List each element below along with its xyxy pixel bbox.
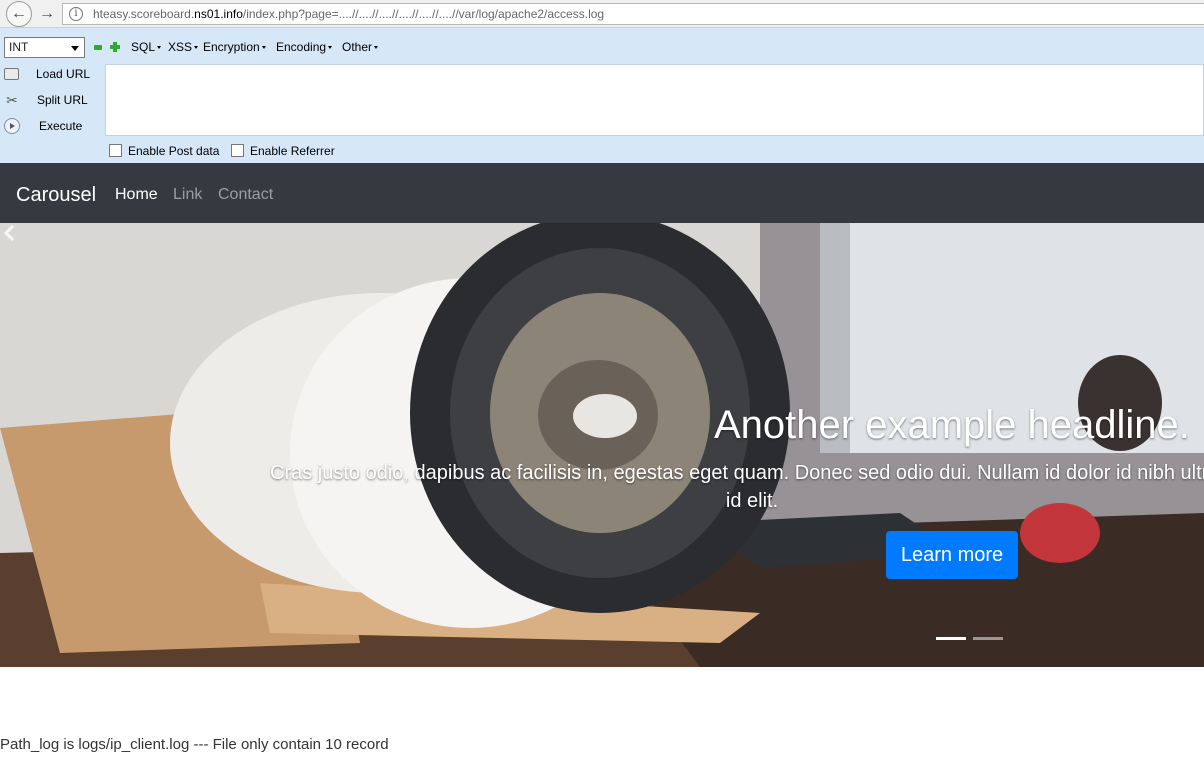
increase-icon[interactable] bbox=[110, 42, 120, 52]
info-icon[interactable]: i bbox=[69, 7, 83, 21]
url-host: ns01.info bbox=[194, 7, 243, 21]
carousel-indicator[interactable] bbox=[936, 637, 966, 640]
carousel-text-line1: Cras justo odio, dapibus ac facilisis in… bbox=[270, 462, 1204, 484]
menu-label: Encryption bbox=[203, 40, 260, 54]
execute-label: Execute bbox=[39, 119, 83, 133]
carousel: Another example headline. Cras justo odi… bbox=[0, 223, 1204, 667]
site-navbar: Carousel Home Link Contact bbox=[0, 163, 1204, 223]
site-brand[interactable]: Carousel bbox=[16, 184, 96, 207]
hackbar-panel: INT SQL XSS Encryption Encoding Other Lo… bbox=[0, 28, 1204, 163]
back-button[interactable]: ← bbox=[6, 1, 32, 27]
learn-more-button[interactable]: Learn more bbox=[886, 531, 1018, 579]
load-url-icon bbox=[4, 68, 19, 80]
chevron-left-icon[interactable] bbox=[0, 223, 20, 243]
arrow-left-icon: ← bbox=[11, 5, 27, 22]
scissors-icon: ✂ bbox=[6, 92, 18, 108]
menu-encryption[interactable]: Encryption bbox=[203, 40, 266, 54]
hackbar-type-select[interactable]: INT bbox=[4, 37, 85, 58]
nav-contact[interactable]: Contact bbox=[218, 186, 273, 204]
menu-sql[interactable]: SQL bbox=[131, 40, 162, 54]
execute-button[interactable]: Execute bbox=[4, 116, 104, 138]
carousel-indicator[interactable] bbox=[973, 637, 1003, 640]
load-url-label: Load URL bbox=[36, 67, 91, 81]
caret-down-icon bbox=[328, 46, 333, 50]
caret-down-icon bbox=[194, 46, 199, 50]
carousel-text: Cras justo odio, dapibus ac facilisis in… bbox=[270, 459, 1204, 487]
chevron-down-icon bbox=[71, 46, 79, 51]
address-bar[interactable]: i hteasy.scoreboard.ns01.info/index.php?… bbox=[62, 3, 1204, 25]
menu-other[interactable]: Other bbox=[342, 40, 379, 54]
enable-post-data-checkbox[interactable]: Enable Post data bbox=[109, 144, 219, 158]
checkbox-box[interactable] bbox=[109, 144, 122, 157]
hackbar-url-textarea[interactable] bbox=[105, 64, 1204, 136]
menu-label: SQL bbox=[131, 40, 156, 54]
hackbar-select-value: INT bbox=[9, 40, 29, 54]
menu-encoding[interactable]: Encoding bbox=[276, 40, 333, 54]
menu-label: XSS bbox=[168, 40, 193, 54]
url-text[interactable]: hteasy.scoreboard.ns01.info/index.php?pa… bbox=[93, 7, 604, 21]
caret-down-icon bbox=[261, 46, 266, 50]
checkbox-box[interactable] bbox=[231, 144, 244, 157]
carousel-heading: Another example headline. bbox=[714, 403, 1190, 447]
checkbox-label: Enable Post data bbox=[128, 144, 220, 158]
path-log-text: Path_log is logs/ip_client.log --- File … bbox=[0, 736, 389, 753]
enable-referrer-checkbox[interactable]: Enable Referrer bbox=[231, 144, 335, 158]
url-host-prefix: hteasy.scoreboard. bbox=[93, 7, 195, 21]
checkbox-label: Enable Referrer bbox=[250, 144, 335, 158]
url-path: /index.php?page=....//....//....//....//… bbox=[242, 7, 605, 21]
carousel-text-line2-wrap: id elit. bbox=[270, 487, 1204, 515]
nav-link[interactable]: Link bbox=[173, 186, 202, 204]
caret-down-icon bbox=[374, 46, 379, 50]
arrow-right-icon: → bbox=[39, 5, 55, 22]
caret-down-icon bbox=[157, 46, 162, 50]
split-url-label: Split URL bbox=[37, 93, 88, 107]
split-url-button[interactable]: ✂ Split URL bbox=[4, 90, 104, 112]
menu-label: Encoding bbox=[276, 40, 327, 54]
browser-toolbar: ← → i hteasy.scoreboard.ns01.info/index.… bbox=[0, 0, 1204, 28]
carousel-text-line2: id elit. bbox=[725, 490, 779, 512]
decrease-icon[interactable] bbox=[94, 45, 102, 50]
menu-label: Other bbox=[342, 40, 373, 54]
nav-home[interactable]: Home bbox=[115, 186, 158, 204]
execute-icon bbox=[4, 118, 20, 134]
menu-xss[interactable]: XSS bbox=[168, 40, 199, 54]
load-url-button[interactable]: Load URL bbox=[4, 64, 104, 86]
forward-button[interactable]: → bbox=[36, 3, 58, 25]
